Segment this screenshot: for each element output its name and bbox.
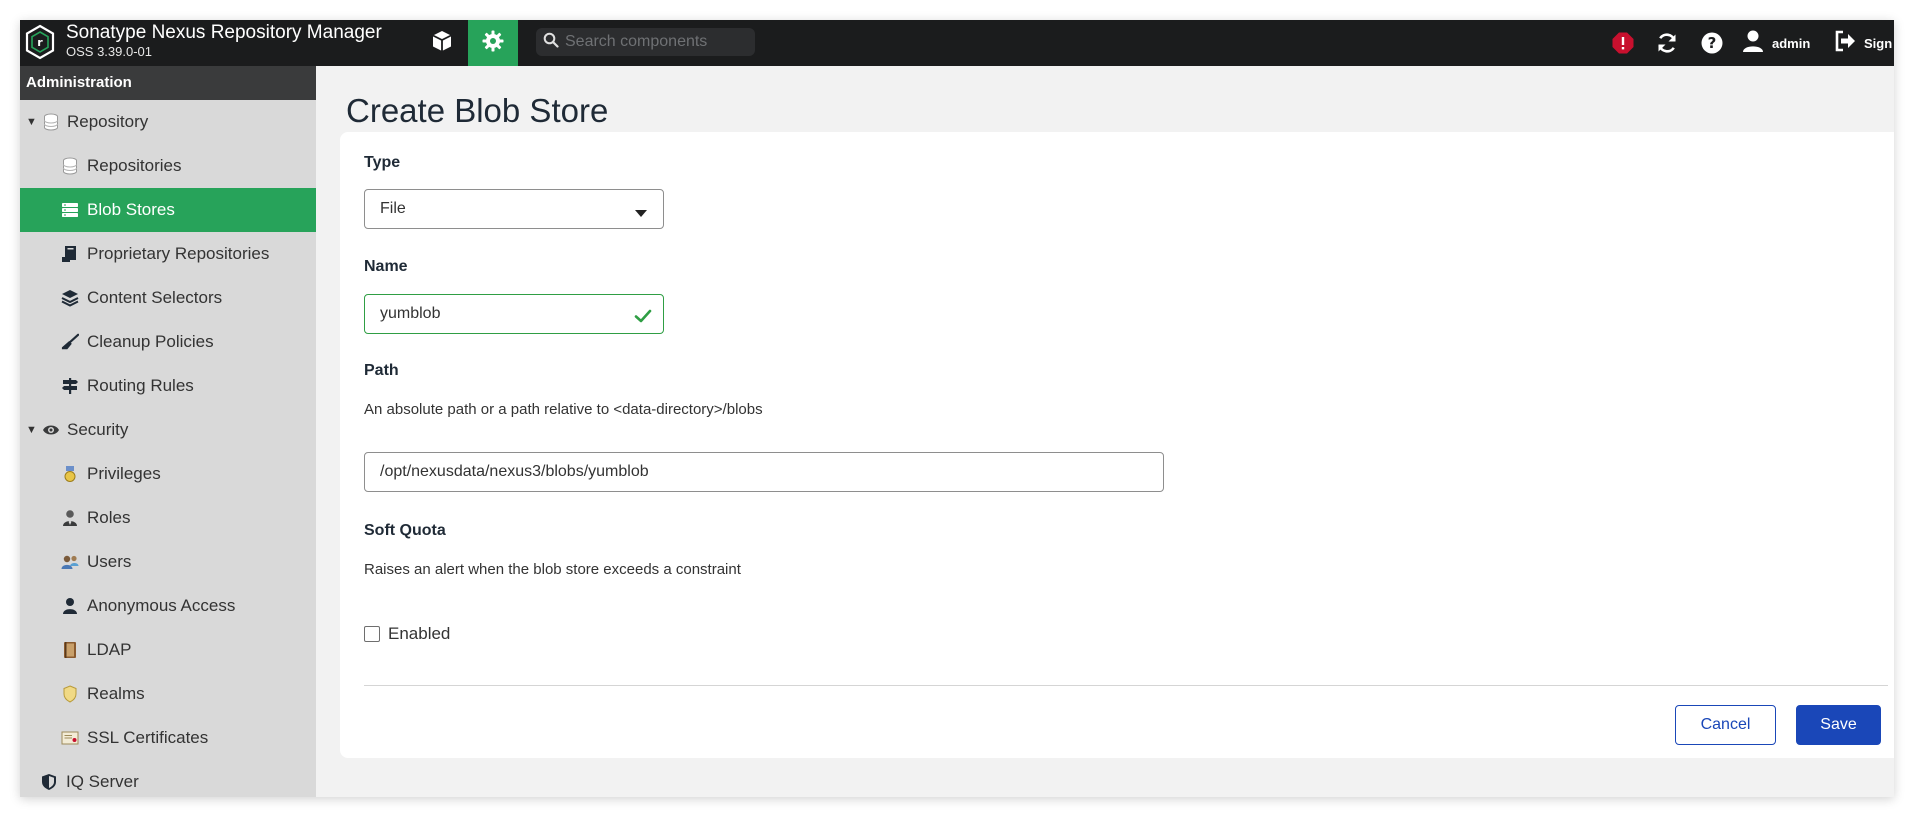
type-select-value: File — [380, 200, 406, 217]
search-icon — [543, 32, 559, 53]
server-stack-icon — [61, 201, 79, 219]
blob-store-form: Type File Name Path An absolute path or … — [340, 132, 1894, 758]
sidebar-item-ldap[interactable]: LDAP — [20, 628, 316, 672]
gear-icon — [481, 29, 505, 58]
users-icon — [61, 553, 79, 571]
search-box[interactable] — [536, 28, 755, 56]
sidebar-item-label: IQ Server — [66, 772, 139, 791]
app-window: r Sonatype Nexus Repository Manager OSS … — [20, 20, 1894, 797]
cube-icon — [430, 29, 454, 58]
eye-icon — [42, 421, 60, 439]
search-input[interactable] — [565, 33, 745, 51]
nexus-logo-icon[interactable]: r — [24, 24, 56, 60]
sidebar-item-repositories[interactable]: Repositories — [20, 144, 316, 188]
svg-text:?: ? — [1708, 34, 1717, 52]
shield-half-icon — [40, 773, 58, 791]
user-tie-icon — [61, 509, 79, 527]
page-title: Create Blob Store — [346, 92, 609, 129]
sidebar-item-label: Repository — [67, 112, 149, 131]
sidebar-item-roles[interactable]: Roles — [20, 496, 316, 540]
sidebar-item-label: SSL Certificates — [87, 728, 209, 747]
divider — [364, 685, 1888, 686]
sidebar-item-anonymous-access[interactable]: Anonymous Access — [20, 584, 316, 628]
caret-down-icon[interactable]: ▼ — [26, 116, 37, 128]
sidebar-item-users[interactable]: Users — [20, 540, 316, 584]
medal-icon — [61, 465, 79, 483]
sidebar-item-label: Proprietary Repositories — [87, 244, 270, 263]
signpost-icon — [61, 377, 79, 395]
sidebar-header: Administration — [20, 66, 316, 100]
sidebar-item-proprietary-repositories[interactable]: Proprietary Repositories — [20, 232, 316, 276]
administration-button[interactable] — [468, 20, 518, 66]
sidebar-item-security[interactable]: ▼ Security — [20, 408, 316, 452]
sidebar-item-label: Security — [67, 420, 129, 439]
sidebar-item-cleanup-policies[interactable]: Cleanup Policies — [20, 320, 316, 364]
sidebar-item-label: Cleanup Policies — [87, 332, 214, 351]
database-icon — [61, 157, 79, 175]
certificate-icon — [61, 729, 79, 747]
help-icon[interactable]: ? — [1698, 29, 1726, 57]
sidebar-item-routing-rules[interactable]: Routing Rules — [20, 364, 316, 408]
shield-icon — [61, 685, 79, 703]
app-version: OSS 3.39.0-01 — [66, 44, 152, 59]
caret-down-icon[interactable]: ▼ — [26, 424, 37, 436]
path-label: Path — [364, 362, 399, 379]
user-icon — [61, 597, 79, 615]
sidebar-item-privileges[interactable]: Privileges — [20, 452, 316, 496]
type-label: Type — [364, 154, 401, 171]
refresh-icon[interactable] — [1653, 29, 1681, 57]
user-icon — [1742, 29, 1764, 58]
proprietary-icon — [61, 245, 79, 263]
book-icon — [61, 641, 79, 659]
top-bar: r Sonatype Nexus Repository Manager OSS … — [20, 20, 1894, 66]
sidebar-item-label: Repositories — [87, 156, 182, 175]
sidebar-item-label: Blob Stores — [87, 200, 175, 219]
user-menu[interactable]: admin — [1742, 28, 1810, 58]
layers-icon — [61, 289, 79, 307]
sign-out-icon — [1834, 30, 1856, 57]
sidebar-item-label: LDAP — [87, 640, 132, 659]
sidebar-item-label: Realms — [87, 684, 145, 703]
name-label: Name — [364, 258, 408, 275]
soft-quota-enabled-checkbox[interactable] — [364, 626, 380, 642]
sidebar-item-label: Roles — [87, 508, 131, 527]
caret-down-icon — [635, 205, 647, 223]
sidebar-item-label: Anonymous Access — [87, 596, 236, 615]
database-icon — [42, 113, 60, 131]
soft-quota-description: Raises an alert when the blob store exce… — [364, 561, 741, 578]
sidebar-item-label: Routing Rules — [87, 376, 194, 395]
system-alert-icon[interactable] — [1609, 29, 1637, 57]
browse-button[interactable] — [417, 20, 467, 66]
checkmark-icon — [634, 307, 652, 325]
sidebar-item-repository[interactable]: ▼ Repository — [20, 100, 316, 144]
sidebar-item-iq-server[interactable]: IQ Server — [20, 760, 316, 797]
app-title: Sonatype Nexus Repository Manager — [66, 22, 382, 43]
broom-icon — [61, 333, 79, 351]
save-button[interactable]: Save — [1796, 705, 1881, 745]
cancel-button[interactable]: Cancel — [1675, 705, 1776, 745]
sidebar-item-blob-stores[interactable]: Blob Stores — [20, 188, 316, 232]
sign-out-button[interactable]: Sign — [1834, 28, 1892, 58]
sidebar: Administration ▼ Repository Repositories… — [20, 66, 316, 797]
path-input[interactable] — [364, 452, 1164, 492]
soft-quota-label: Soft Quota — [364, 522, 446, 539]
sidebar-item-label: Content Selectors — [87, 288, 223, 307]
user-label: admin — [1772, 35, 1811, 51]
enabled-label[interactable]: Enabled — [388, 624, 450, 644]
path-description: An absolute path or a path relative to <… — [364, 401, 763, 418]
sidebar-item-ssl-certificates[interactable]: SSL Certificates — [20, 716, 316, 760]
sidebar-item-label: Users — [87, 552, 132, 571]
sidebar-item-realms[interactable]: Realms — [20, 672, 316, 716]
svg-text:r: r — [37, 36, 43, 49]
type-select[interactable]: File — [364, 189, 664, 229]
sidebar-item-content-selectors[interactable]: Content Selectors — [20, 276, 316, 320]
name-input[interactable] — [364, 294, 664, 334]
sidebar-item-label: Privileges — [87, 464, 161, 483]
sign-out-label: Sign — [1864, 35, 1893, 51]
